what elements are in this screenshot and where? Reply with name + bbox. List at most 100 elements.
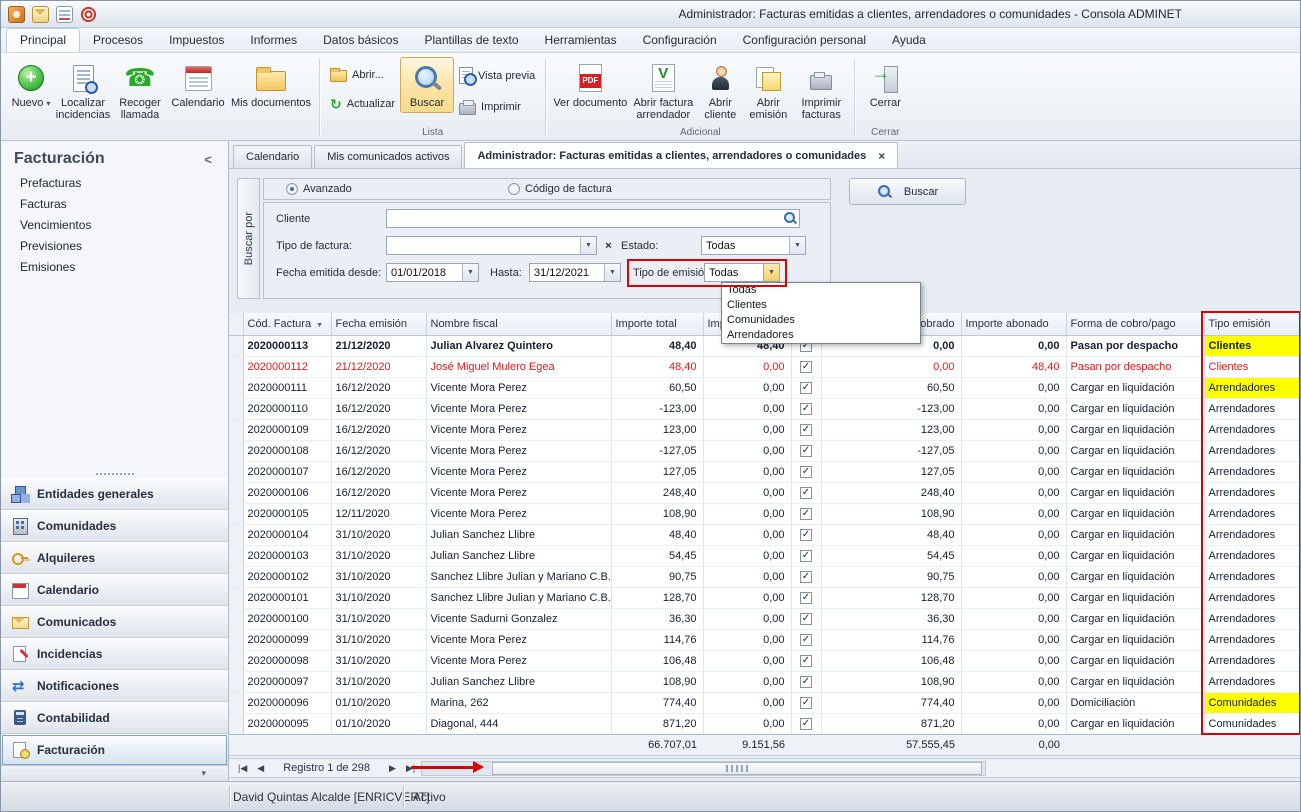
- abrir-factura-arrendador-button[interactable]: Abrir factura arrendador: [629, 57, 697, 125]
- row-checkbox[interactable]: [800, 445, 812, 457]
- menu-tab[interactable]: Informes: [237, 29, 310, 52]
- configure-buttons-icon[interactable]: ▾: [201, 768, 206, 779]
- table-row[interactable]: 2020000096 01/10/2020 Marina, 262 774,40…: [229, 692, 1300, 713]
- row-checkbox[interactable]: [800, 571, 812, 583]
- menu-tab[interactable]: Plantillas de texto: [411, 29, 531, 52]
- row-checkbox[interactable]: [800, 634, 812, 646]
- table-row[interactable]: 2020000106 16/12/2020 Vicente Mora Perez…: [229, 482, 1300, 503]
- recoger-llamada-button[interactable]: ☎ Recoger llamada: [112, 57, 168, 125]
- row-checkbox[interactable]: [800, 718, 812, 730]
- dropdown-arrow-icon[interactable]: ▼: [580, 237, 596, 254]
- cliente-search-icon[interactable]: [783, 211, 797, 225]
- dropdown-arrow-icon[interactable]: ▼: [789, 237, 805, 254]
- sidebar-item[interactable]: Facturas: [1, 194, 228, 215]
- nav-item[interactable]: Contabilidad: [1, 702, 228, 734]
- col-fecha-emision[interactable]: Fecha emisión: [331, 313, 426, 335]
- row-checkbox[interactable]: [800, 361, 812, 373]
- row-checkbox[interactable]: [800, 613, 812, 625]
- menu-tab[interactable]: Impuestos: [156, 29, 237, 52]
- actualizar-button[interactable]: ↻Actualizar: [325, 95, 400, 113]
- col-importe-total[interactable]: Importe total: [611, 313, 703, 335]
- tab-facturas-emitidas[interactable]: Administrador: Facturas emitidas a clien…: [464, 142, 898, 168]
- col-tipo-emision[interactable]: Tipo emisión: [1204, 313, 1300, 335]
- menu-tab[interactable]: Herramientas: [532, 29, 630, 52]
- row-checkbox[interactable]: [800, 424, 812, 436]
- row-checkbox[interactable]: [800, 676, 812, 688]
- scrollbar-thumb[interactable]: [492, 762, 982, 775]
- row-checkbox[interactable]: [800, 508, 812, 520]
- row-checkbox[interactable]: [800, 592, 812, 604]
- dropdown-arrow-icon[interactable]: ▼: [763, 264, 779, 281]
- col-importe-abonado[interactable]: Importe abonado: [961, 313, 1066, 335]
- table-row[interactable]: 2020000104 31/10/2020 Julian Sanchez Lli…: [229, 524, 1300, 545]
- cerrar-button[interactable]: → Cerrar: [860, 57, 910, 113]
- nav-item[interactable]: Comunicados: [1, 606, 228, 638]
- cliente-input[interactable]: [386, 209, 800, 228]
- col-nombre-fiscal[interactable]: Nombre fiscal: [426, 313, 611, 335]
- imprimir-facturas-button[interactable]: Imprimir facturas: [793, 57, 849, 125]
- prev-record-button[interactable]: ◀: [252, 763, 269, 774]
- sidebar-item[interactable]: Emisiones: [1, 257, 228, 278]
- table-row[interactable]: 2020000100 31/10/2020 Vicente Sadurni Go…: [229, 608, 1300, 629]
- row-checkbox[interactable]: [800, 382, 812, 394]
- table-row[interactable]: 2020000095 01/10/2020 Diagonal, 444 871,…: [229, 713, 1300, 734]
- sidebar-item[interactable]: Previsiones: [1, 236, 228, 257]
- table-row[interactable]: 2020000097 31/10/2020 Julian Sanchez Lli…: [229, 671, 1300, 692]
- nav-item[interactable]: Entidades generales: [1, 478, 228, 510]
- row-checkbox[interactable]: [800, 697, 812, 709]
- abrir-emision-button[interactable]: Abrir emisión: [743, 57, 793, 125]
- vista-previa-button[interactable]: Vista previa: [454, 65, 540, 86]
- app-logo-icon[interactable]: [8, 6, 25, 23]
- table-row[interactable]: 2020000112 21/12/2020 José Miguel Mulero…: [229, 356, 1300, 377]
- nav-item[interactable]: Incidencias: [1, 638, 228, 670]
- menu-tab[interactable]: Procesos: [80, 29, 156, 52]
- row-checkbox[interactable]: [800, 550, 812, 562]
- nav-splitter[interactable]: [1, 469, 228, 478]
- col-cod-factura[interactable]: Cód. Factura▼: [243, 313, 331, 335]
- dropdown-option[interactable]: Arrendadores: [722, 328, 920, 343]
- table-row[interactable]: 2020000107 16/12/2020 Vicente Mora Perez…: [229, 461, 1300, 482]
- table-row[interactable]: 2020000111 16/12/2020 Vicente Mora Perez…: [229, 377, 1300, 398]
- tab-mis-comunicados[interactable]: Mis comunicados activos: [314, 145, 462, 168]
- collapse-sidebar-icon[interactable]: <: [200, 152, 216, 167]
- table-row[interactable]: 2020000108 16/12/2020 Vicente Mora Perez…: [229, 440, 1300, 461]
- menu-tab[interactable]: Datos básicos: [310, 29, 411, 52]
- nav-item[interactable]: Alquileres: [1, 542, 228, 574]
- ver-documento-button[interactable]: Ver documento: [551, 57, 629, 113]
- menu-tab[interactable]: Configuración personal: [730, 29, 879, 52]
- nav-item[interactable]: Facturación: [1, 734, 228, 766]
- tab-calendario[interactable]: Calendario: [233, 145, 312, 168]
- imprimir-button[interactable]: Imprimir: [454, 97, 540, 117]
- table-row[interactable]: 2020000101 31/10/2020 Sanchez Llibre Jul…: [229, 587, 1300, 608]
- fecha-hasta-picker[interactable]: 31/12/2021 ▼: [529, 263, 621, 282]
- menu-tab[interactable]: Ayuda: [879, 29, 939, 52]
- row-checkbox[interactable]: [800, 466, 812, 478]
- horizontal-scrollbar[interactable]: [421, 761, 986, 776]
- first-record-button[interactable]: |◀: [233, 763, 252, 774]
- table-row[interactable]: 2020000098 31/10/2020 Vicente Mora Perez…: [229, 650, 1300, 671]
- table-row[interactable]: 2020000109 16/12/2020 Vicente Mora Perez…: [229, 419, 1300, 440]
- nuevo-button[interactable]: + Nuevo ▾: [8, 57, 54, 114]
- table-row[interactable]: 2020000110 16/12/2020 Vicente Mora Perez…: [229, 398, 1300, 419]
- buscar-button[interactable]: Buscar: [849, 178, 966, 205]
- nav-item[interactable]: Comunidades: [1, 510, 228, 542]
- dropdown-option[interactable]: Clientes: [722, 298, 920, 313]
- dropdown-arrow-icon[interactable]: ▼: [604, 264, 620, 281]
- row-checkbox[interactable]: [800, 403, 812, 415]
- nav-item[interactable]: Notificaciones: [1, 670, 228, 702]
- next-record-button[interactable]: ▶: [384, 763, 401, 774]
- estado-combo[interactable]: Todas ▼: [701, 236, 806, 255]
- row-checkbox[interactable]: [800, 487, 812, 499]
- table-row[interactable]: 2020000099 31/10/2020 Vicente Mora Perez…: [229, 629, 1300, 650]
- buscar-ribbon-button[interactable]: Buscar: [400, 57, 454, 113]
- edit-document-quick-icon[interactable]: [56, 6, 73, 23]
- mis-documentos-button[interactable]: Mis documentos: [228, 57, 314, 113]
- menu-tab[interactable]: Principal: [6, 28, 80, 52]
- table-row[interactable]: 2020000102 31/10/2020 Sanchez Llibre Jul…: [229, 566, 1300, 587]
- radio-avanzado[interactable]: Avanzado: [286, 183, 352, 195]
- fecha-desde-picker[interactable]: 01/01/2018 ▼: [386, 263, 479, 282]
- nav-item[interactable]: Calendario: [1, 574, 228, 606]
- abrir-button[interactable]: Abrir...: [325, 65, 400, 84]
- record-quick-icon[interactable]: [80, 6, 97, 23]
- row-checkbox[interactable]: [800, 655, 812, 667]
